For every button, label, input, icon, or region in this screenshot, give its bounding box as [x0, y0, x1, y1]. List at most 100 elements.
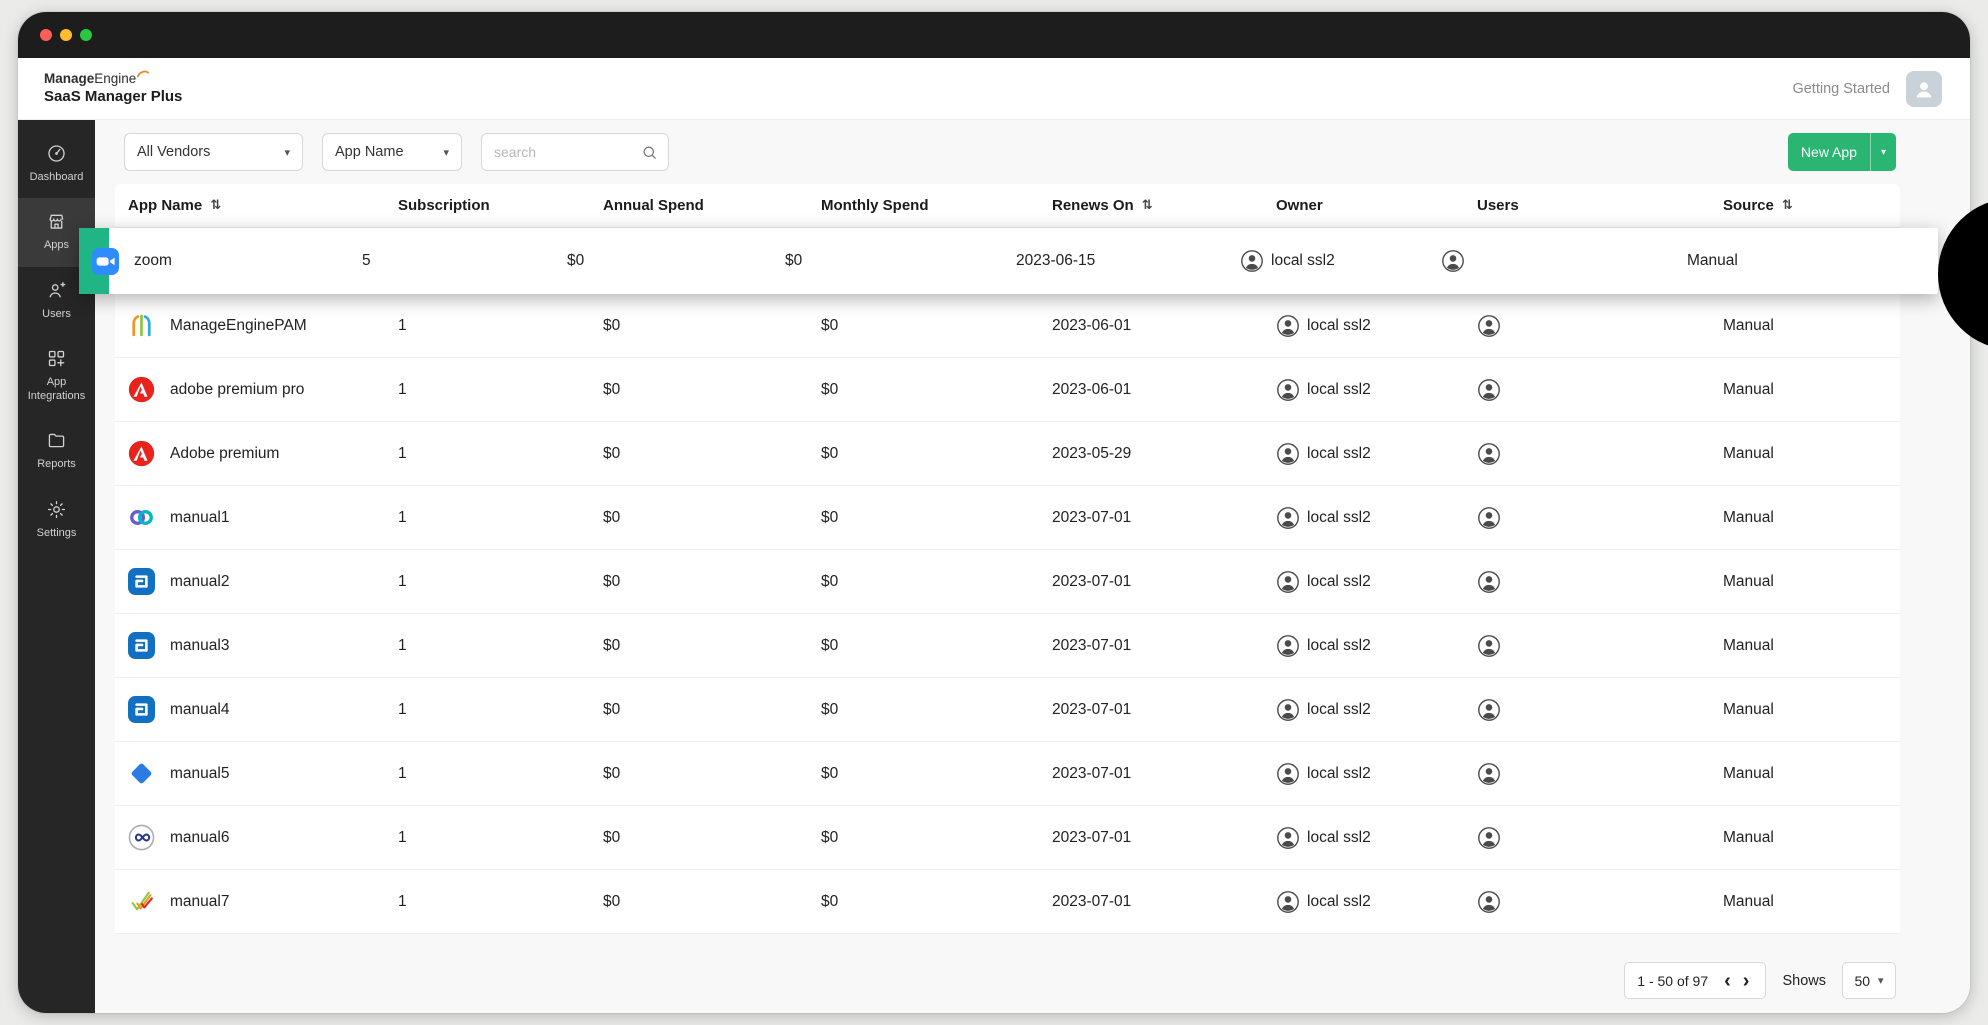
- owner-cell: local ssl2: [1276, 762, 1477, 786]
- subscription-cell: 1: [398, 444, 407, 462]
- subscription-cell: 1: [398, 636, 407, 654]
- owner-avatar-icon: [1276, 826, 1300, 850]
- content-area: All Vendors ▾ App Name ▾ New App ▾: [79, 120, 1970, 1013]
- users-cell: [1477, 698, 1723, 722]
- search-input[interactable]: [494, 144, 635, 160]
- subscription-cell: 1: [398, 892, 407, 910]
- subscription-cell: 1: [398, 828, 407, 846]
- owner-avatar-icon: [1276, 698, 1300, 722]
- annual-spend-cell: $0: [603, 636, 621, 654]
- brand-logo: Manage Engine SaaS Manager Plus: [44, 70, 183, 106]
- user-avatar[interactable]: [1906, 70, 1942, 107]
- brand-name-bold: Manage: [44, 70, 95, 86]
- table-row-manual1[interactable]: manual1 1 $0 $0 2023-07-01 local ssl2 Manual: [115, 486, 1900, 550]
- sidebar-item-reports[interactable]: Reports: [18, 417, 95, 485]
- subscription-cell: 5: [362, 252, 371, 269]
- prev-page-button[interactable]: ‹: [1720, 971, 1735, 991]
- search-box[interactable]: [481, 133, 669, 171]
- app-name-cell: Adobe premium: [128, 440, 398, 467]
- users-avatar-icon: [1441, 249, 1687, 273]
- close-window-button[interactable]: [40, 29, 52, 41]
- table-row-manual3[interactable]: manual3 1 $0 $0 2023-07-01 local ssl2 Manual: [115, 614, 1900, 678]
- owner-cell: local ssl2: [1240, 249, 1441, 273]
- owner-name: local ssl2: [1307, 764, 1371, 782]
- app-name-cell: manual2: [128, 568, 398, 595]
- vendor-filter-value: All Vendors: [137, 144, 211, 160]
- table-row-manual2[interactable]: manual2 1 $0 $0 2023-07-01 local ssl2 Manual: [115, 550, 1900, 614]
- table-header-row: App Name ⇅ Subscription Annual Spend Monthly…: [115, 184, 1900, 228]
- sidebar-item-dashboard[interactable]: Dashboard: [18, 130, 95, 198]
- app-name: Adobe premium: [170, 444, 280, 462]
- monthly-spend-cell: $0: [785, 252, 803, 269]
- monthly-spend-cell: $0: [821, 892, 839, 910]
- owner-avatar-icon: [1276, 314, 1300, 338]
- source-cell: Manual: [1723, 892, 1774, 910]
- owner-cell: local ssl2: [1276, 442, 1477, 466]
- monthly-spend-cell: $0: [821, 444, 839, 462]
- sort-icon[interactable]: ⇅: [1782, 198, 1793, 213]
- monthly-spend-cell: $0: [821, 508, 839, 526]
- renews-on-cell: 2023-07-01: [1052, 764, 1132, 782]
- column-header-label: Renews On: [1052, 197, 1134, 214]
- table-row-adobe-premium-pro[interactable]: adobe premium pro 1 $0 $0 2023-06-01 local ss…: [115, 358, 1900, 422]
- sd-icon: [128, 696, 155, 723]
- new-app-label: New App: [1800, 144, 1857, 160]
- check-icon: [128, 888, 155, 915]
- page-size-select[interactable]: 50 ▾: [1842, 962, 1896, 999]
- column-header-source[interactable]: Source ⇅: [1723, 197, 1900, 214]
- column-header-app-name[interactable]: App Name ⇅: [128, 197, 398, 214]
- diamond-icon: [128, 760, 155, 787]
- sort-icon[interactable]: ⇅: [210, 198, 221, 213]
- column-header-renews-on[interactable]: Renews On ⇅: [1052, 197, 1276, 214]
- renews-on-cell: 2023-06-01: [1052, 380, 1132, 398]
- app-name-cell: adobe premium pro: [128, 376, 398, 403]
- pagination-range-box: 1 - 50 of 97 ‹ ›: [1624, 962, 1767, 999]
- table-row-manual4[interactable]: manual4 1 $0 $0 2023-07-01 local ssl2 Manual: [115, 678, 1900, 742]
- minimize-window-button[interactable]: [60, 29, 72, 41]
- renews-on-cell: 2023-06-01: [1052, 316, 1132, 334]
- annual-spend-cell: $0: [603, 828, 621, 846]
- table-row-manageenginepam[interactable]: ManageEnginePAM 1 $0 $0 2023-06-01 local ssl2…: [115, 294, 1900, 358]
- owner-name: local ssl2: [1307, 316, 1371, 334]
- monthly-spend-cell: $0: [821, 572, 839, 590]
- owner-avatar-icon: [1276, 378, 1300, 402]
- owner-cell: local ssl2: [1276, 506, 1477, 530]
- users-cell: [1477, 890, 1723, 914]
- users-avatar-icon: [1477, 442, 1723, 466]
- subscription-cell: 1: [398, 764, 407, 782]
- brand-name: Manage Engine: [44, 70, 182, 87]
- sort-icon[interactable]: ⇅: [1142, 198, 1153, 213]
- table-row-adobe-premium[interactable]: Adobe premium 1 $0 $0 2023-05-29 local ssl2 Ma…: [115, 422, 1900, 486]
- table-row-zoom[interactable]: zoom 5 $0 $0 2023-06-15 local ssl2 Manual: [79, 228, 1938, 294]
- users-cell: [1477, 762, 1723, 786]
- search-field-select[interactable]: App Name ▾: [322, 133, 462, 171]
- app-name-cell: manual6: [128, 824, 398, 851]
- owner-avatar-icon: [1240, 249, 1264, 273]
- users-cell: [1477, 314, 1723, 338]
- chevron-down-icon[interactable]: ▾: [1871, 133, 1896, 171]
- owner-cell: local ssl2: [1276, 890, 1477, 914]
- annual-spend-cell: $0: [567, 252, 585, 269]
- owner-name: local ssl2: [1271, 252, 1335, 269]
- owner-name: local ssl2: [1307, 828, 1371, 846]
- zoom-window-button[interactable]: [80, 29, 92, 41]
- source-cell: Manual: [1723, 764, 1774, 782]
- getting-started-link[interactable]: Getting Started: [1792, 81, 1890, 97]
- sidebar-item-settings[interactable]: Settings: [18, 486, 95, 554]
- table-row-manual5[interactable]: manual5 1 $0 $0 2023-07-01 local ssl2 Manual: [115, 742, 1900, 806]
- owner-name: local ssl2: [1307, 892, 1371, 910]
- table-row-manual7[interactable]: manual7 1 $0 $0 2023-07-01 local ssl2 Manual: [115, 870, 1900, 934]
- product-name: SaaS Manager Plus: [44, 88, 183, 106]
- source-cell: Manual: [1723, 508, 1774, 526]
- owner-cell: local ssl2: [1276, 570, 1477, 594]
- vendor-filter-select[interactable]: All Vendors ▾: [124, 133, 303, 171]
- sidebar-item-app-integrations[interactable]: App Integrations: [18, 335, 95, 418]
- table-row-manual6[interactable]: manual6 1 $0 $0 2023-07-01 local ssl2 Manual: [115, 806, 1900, 870]
- owner-cell: local ssl2: [1276, 826, 1477, 850]
- column-header-subscription: Subscription: [398, 197, 603, 214]
- column-header-label: Source: [1723, 197, 1774, 214]
- app-name: manual2: [170, 572, 230, 590]
- new-app-button[interactable]: New App ▾: [1787, 133, 1896, 171]
- next-page-button[interactable]: ›: [1739, 971, 1754, 991]
- source-cell: Manual: [1723, 700, 1774, 718]
